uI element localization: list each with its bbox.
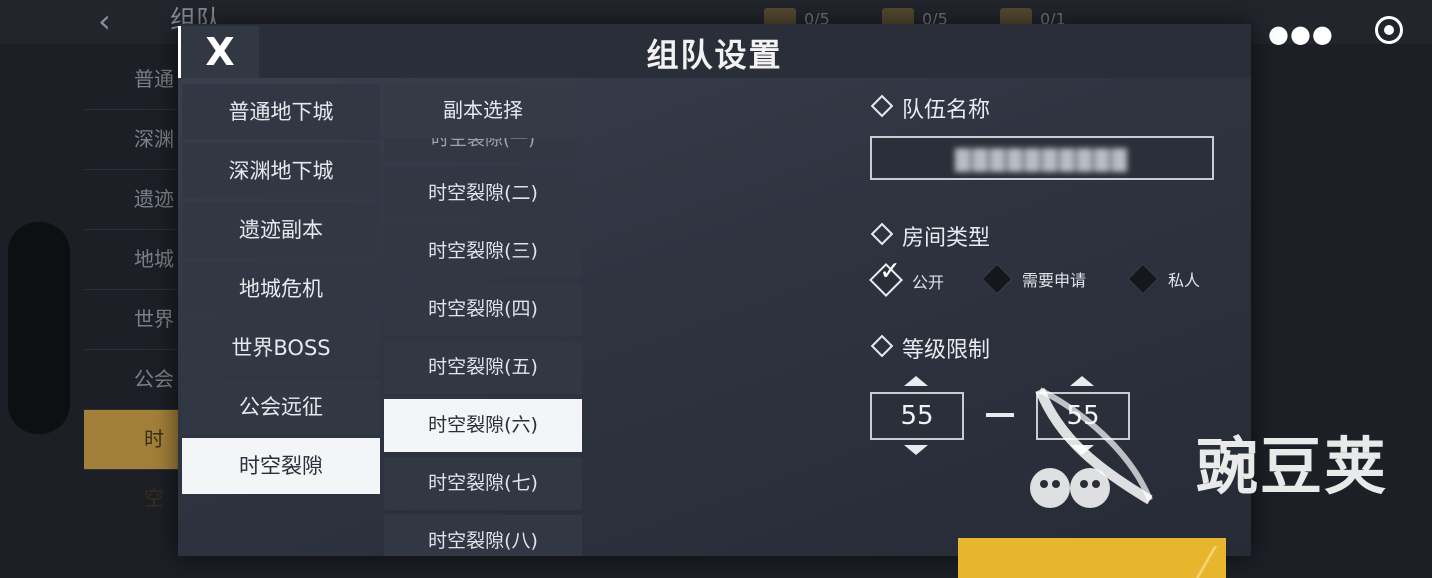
team-name-label: 队伍名称 xyxy=(902,98,991,123)
dungeon-list-header: 副本选择 xyxy=(384,84,582,136)
dungeon-item[interactable]: 时空裂隙(二) xyxy=(384,167,582,220)
level-min-field[interactable]: 55 xyxy=(870,392,964,440)
bg-side-item: 遗迹 xyxy=(84,170,180,230)
background-sidebar: 普通 深渊 遗迹 地城 世界 公会 时空 xyxy=(84,50,180,556)
dungeon-item[interactable]: 时空裂隙(四) xyxy=(384,283,582,336)
level-max-decrease-icon[interactable] xyxy=(1070,445,1094,455)
level-limit-label: 等级限制 xyxy=(902,338,991,363)
back-arrow-icon[interactable]: ‹ xyxy=(98,2,111,40)
category-item[interactable]: 地城危机 xyxy=(182,261,380,317)
room-type-section: 房间类型 xyxy=(870,220,990,252)
team-name-value: ██████████ xyxy=(955,148,1129,172)
confirm-button[interactable] xyxy=(958,538,1226,578)
category-list: 普通地下城 深渊地下城 遗迹副本 地城危机 世界BOSS 公会远征 时空裂隙 xyxy=(182,84,380,497)
range-dash xyxy=(986,413,1014,417)
dungeon-item[interactable]: 时空裂隙(五) xyxy=(384,341,582,394)
category-item[interactable]: 深渊地下城 xyxy=(182,143,380,199)
dungeon-item-selected[interactable]: 时空裂隙(六) xyxy=(384,399,582,452)
system-icons: ●●● xyxy=(1268,14,1404,48)
level-min-increase-icon[interactable] xyxy=(904,376,928,386)
modal-title: 组队设置 xyxy=(646,36,783,74)
level-limit-section: 等级限制 xyxy=(870,332,990,364)
team-name-input[interactable]: ██████████ xyxy=(870,136,1214,180)
team-name-section: 队伍名称 xyxy=(870,92,990,124)
room-option-label: 需要申请 xyxy=(1022,271,1087,290)
bg-side-item: 公会 xyxy=(84,350,180,410)
level-max-field[interactable]: 55 xyxy=(1036,392,1130,440)
diamond-bullet-icon xyxy=(870,94,894,118)
dungeon-item[interactable]: 时空裂隙(七) xyxy=(384,457,582,510)
checkbox-unchecked[interactable] xyxy=(1127,263,1159,295)
bg-side-item: 地城 xyxy=(84,230,180,290)
checkbox-checked[interactable]: ✓ xyxy=(869,256,903,297)
room-option-public[interactable]: ✓ 公开 xyxy=(869,256,945,297)
level-min-decrease-icon[interactable] xyxy=(904,445,928,455)
diamond-bullet-icon xyxy=(870,334,894,358)
room-option-label: 私人 xyxy=(1168,271,1201,290)
dungeon-item-partial[interactable]: 时空裂隙(一) xyxy=(384,138,582,162)
bg-side-item: 世界 xyxy=(84,290,180,350)
dungeon-item[interactable]: 时空裂隙(八) xyxy=(384,515,582,556)
bg-side-item: 深渊 xyxy=(84,110,180,170)
more-icon[interactable]: ●●● xyxy=(1268,20,1334,48)
dungeon-list: 副本选择 时空裂隙(一) 时空裂隙(二) 时空裂隙(三) 时空裂隙(四) 时空裂… xyxy=(384,84,582,556)
checkbox-unchecked[interactable] xyxy=(981,263,1013,295)
category-item[interactable]: 公会远征 xyxy=(182,379,380,435)
room-type-label: 房间类型 xyxy=(902,226,991,251)
bg-side-item-active: 时空 xyxy=(84,410,180,510)
bg-side-item: 普通 xyxy=(84,50,180,110)
room-option-private[interactable]: 私人 xyxy=(1127,263,1201,295)
room-type-options: ✓ 公开 需要申请 私人 xyxy=(869,256,1230,297)
category-item[interactable]: 世界BOSS xyxy=(182,320,380,376)
modal-header: X 组队设置 xyxy=(178,24,1251,78)
side-handle xyxy=(8,222,70,434)
room-option-apply[interactable]: 需要申请 xyxy=(981,263,1087,295)
dungeon-item[interactable]: 时空裂隙(三) xyxy=(384,225,582,278)
category-item[interactable]: 遗迹副本 xyxy=(182,202,380,258)
diamond-bullet-icon xyxy=(870,222,894,246)
team-settings-modal: X 组队设置 普通地下城 深渊地下城 遗迹副本 地城危机 世界BOSS 公会远征… xyxy=(178,24,1251,578)
checkmark-icon: ✓ xyxy=(879,256,902,287)
category-item-selected[interactable]: 时空裂隙 xyxy=(182,438,380,494)
category-item[interactable]: 普通地下城 xyxy=(182,84,380,140)
room-option-label: 公开 xyxy=(912,273,945,292)
record-icon[interactable] xyxy=(1375,16,1404,44)
level-max-increase-icon[interactable] xyxy=(1070,376,1094,386)
